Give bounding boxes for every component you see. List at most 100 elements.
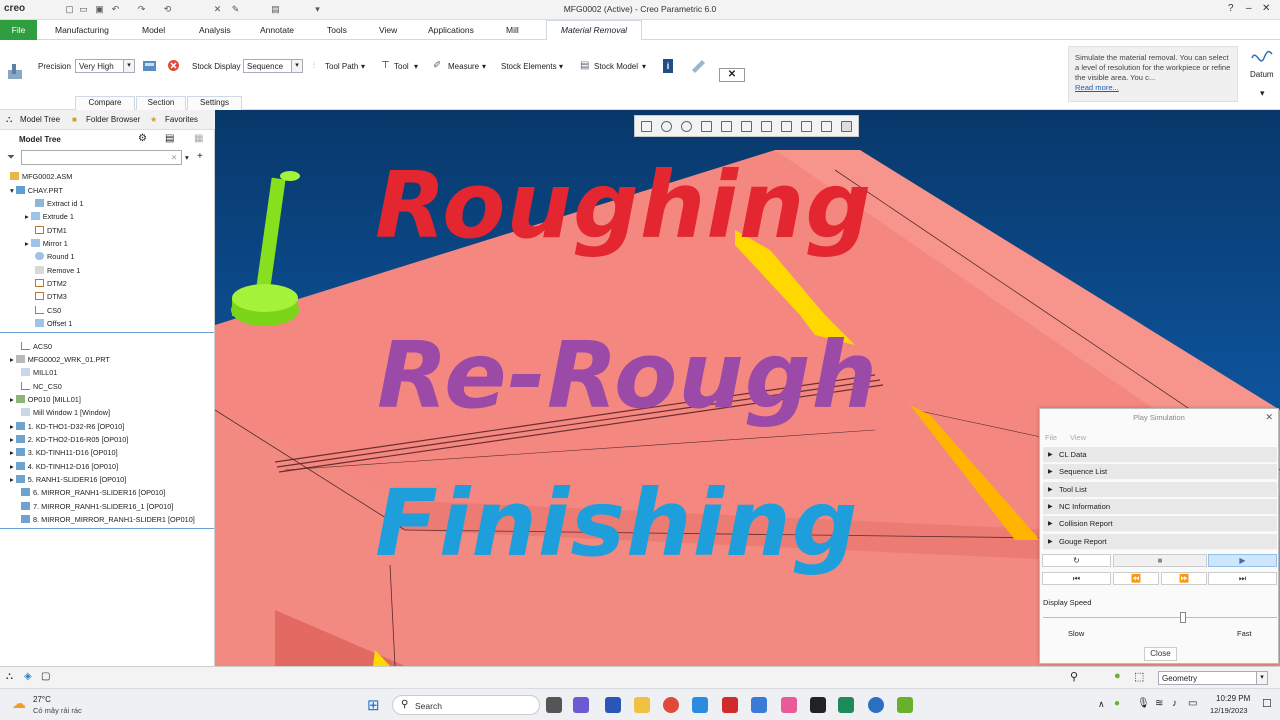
tree-row[interactable]: ▸ 1. KD-THO1-D32-R6 [OP010]: [10, 422, 124, 431]
tab-file[interactable]: File: [0, 20, 37, 40]
tree-row[interactable]: Mill Window 1 [Window]: [21, 408, 110, 417]
clear-icon[interactable]: ✕: [171, 153, 177, 162]
display-style-icon[interactable]: [721, 121, 732, 132]
columns-icon[interactable]: ▦: [194, 133, 203, 144]
tree-row[interactable]: Remove 1: [35, 266, 80, 275]
tree-row[interactable]: ▸ 4. KD-TINH12-D16 [OP010]: [10, 462, 118, 471]
tree-row[interactable]: DTM1: [35, 226, 67, 235]
tree-row[interactable]: Round 1: [35, 252, 75, 261]
tree-row[interactable]: Offset 1: [35, 319, 72, 328]
tree-row[interactable]: ▸ 5. RANH1-SLIDER16 [OP010]: [10, 475, 126, 484]
chevron-down-icon[interactable]: ▾: [361, 62, 365, 71]
zoom-out-icon[interactable]: [681, 121, 692, 132]
skip-forward-button[interactable]: ⏭: [1208, 572, 1277, 585]
menu-view[interactable]: View: [1070, 433, 1086, 442]
section-cl-data[interactable]: CL Data: [1043, 447, 1277, 463]
speed-slider-track[interactable]: [1043, 617, 1277, 618]
start-icon[interactable]: ⊞: [367, 696, 380, 714]
tab-manufacturing[interactable]: Manufacturing: [55, 25, 109, 35]
play-button[interactable]: ▶: [1208, 554, 1277, 567]
datum-display-icon[interactable]: [781, 121, 792, 132]
read-more-link[interactable]: Read more...: [1075, 83, 1119, 92]
material-removal-icon[interactable]: [6, 62, 26, 82]
tree-row[interactable]: ▸ Mirror 1: [25, 239, 68, 248]
help-icon[interactable]: ?: [1228, 3, 1234, 14]
tree-row[interactable]: ▸ OP010 [MILL01]: [10, 395, 81, 404]
tab-applications[interactable]: Applications: [428, 25, 474, 35]
add-icon[interactable]: +: [197, 151, 203, 162]
save-app-icon[interactable]: [605, 697, 621, 713]
selection-icon[interactable]: ⬚: [1134, 670, 1144, 683]
section-tool-list[interactable]: Tool List: [1043, 482, 1277, 498]
tree-row[interactable]: CS0: [35, 306, 61, 315]
close-button[interactable]: Close: [1144, 647, 1177, 661]
weather-icon[interactable]: ☁: [12, 695, 26, 712]
cancel-icon[interactable]: [167, 59, 180, 72]
speed-slider-thumb[interactable]: [1179, 612, 1186, 623]
battery-icon[interactable]: ▭: [1188, 698, 1197, 709]
replay-button[interactable]: ↻: [1042, 554, 1111, 567]
section-sequence-list[interactable]: Sequence List: [1043, 464, 1277, 480]
tab-tools[interactable]: Tools: [327, 25, 347, 35]
tree-row[interactable]: ACS0: [21, 342, 52, 351]
file-explorer-icon[interactable]: [634, 697, 650, 713]
creo-app-icon[interactable]: [897, 697, 913, 713]
selection-filter[interactable]: Geometry: [1158, 671, 1268, 685]
step-back-button[interactable]: ⏪: [1113, 572, 1159, 585]
refine-icon[interactable]: [142, 58, 158, 74]
tab-model-tree[interactable]: Model Tree: [20, 115, 60, 124]
clock-time[interactable]: 10:29 PM: [1216, 694, 1250, 703]
stock-display-select[interactable]: Sequence: [243, 59, 303, 73]
app-icon[interactable]: [751, 697, 767, 713]
tree-row[interactable]: MILL01: [21, 368, 57, 377]
tree-row[interactable]: 7. MIRROR_RANH1-SLIDER16_1 [OP010]: [21, 502, 173, 511]
chrome-icon[interactable]: [663, 697, 679, 713]
tab-view[interactable]: View: [379, 25, 397, 35]
skip-back-button[interactable]: ⏮: [1042, 572, 1111, 585]
settings-icon[interactable]: ⚙: [138, 133, 147, 144]
close-icon[interactable]: ✕: [1262, 3, 1270, 14]
regen-status-icon[interactable]: ●: [1114, 670, 1121, 682]
datum-icon[interactable]: [1250, 44, 1274, 68]
section-collision-report[interactable]: Collision Report: [1043, 516, 1277, 532]
zalo-icon[interactable]: [692, 697, 708, 713]
microphone-icon[interactable]: 🎙: [1137, 698, 1150, 709]
tree-row[interactable]: Extract id 1: [35, 199, 84, 208]
stop-button[interactable]: ■: [1113, 554, 1207, 567]
refit-icon[interactable]: [641, 121, 652, 132]
speaker-icon[interactable]: ♪: [1172, 698, 1177, 709]
display-icon[interactable]: [690, 58, 706, 74]
tab-model[interactable]: Model: [142, 25, 165, 35]
menu-file[interactable]: File: [1045, 433, 1057, 442]
tab-folder-browser[interactable]: Folder Browser: [86, 115, 140, 124]
chevron-down-icon[interactable]: ▾: [559, 62, 563, 71]
spin-center-icon[interactable]: [821, 121, 832, 132]
find-icon[interactable]: ⚲: [1070, 670, 1078, 683]
task-view-icon[interactable]: [546, 697, 562, 713]
tree-row[interactable]: 8. MIRROR_MIRROR_RANH1-SLIDER1 [OP010]: [21, 515, 195, 524]
annotation-display-icon[interactable]: [801, 121, 812, 132]
recorder-icon[interactable]: [810, 697, 826, 713]
tab-favorites[interactable]: Favorites: [165, 115, 198, 124]
tree-row[interactable]: ▸ 2. KD-THO2-D16-R05 [OP010]: [10, 435, 128, 444]
app-icon[interactable]: [868, 697, 884, 713]
tool-button[interactable]: Tool: [394, 62, 409, 71]
measure-button[interactable]: Measure: [448, 62, 479, 71]
saved-orientations-icon[interactable]: [741, 121, 752, 132]
chevron-up-icon[interactable]: ∧: [1098, 699, 1105, 710]
notification-icon[interactable]: ☐: [1262, 697, 1272, 710]
stock-elements-button[interactable]: Stock Elements: [501, 62, 557, 71]
app-icon[interactable]: [838, 697, 854, 713]
section-nc-information[interactable]: NC Information: [1043, 499, 1277, 515]
repaint-icon[interactable]: [701, 121, 712, 132]
tree-row[interactable]: ▸ MFG0002_WRK_01.PRT: [10, 355, 110, 364]
info-icon[interactable]: i: [663, 59, 673, 73]
tab-mill[interactable]: Mill: [506, 25, 519, 35]
view-manager-icon[interactable]: [761, 121, 772, 132]
zoom-in-icon[interactable]: [661, 121, 672, 132]
tree-row[interactable]: DTM3: [35, 292, 67, 301]
tree-row[interactable]: ▸ Extrude 1: [25, 212, 74, 221]
tree-row[interactable]: ▸ 3. KD-TINH11-D16 [OP010]: [10, 448, 118, 457]
app-icon[interactable]: [781, 697, 797, 713]
close-tab-button[interactable]: ✕: [719, 68, 745, 82]
